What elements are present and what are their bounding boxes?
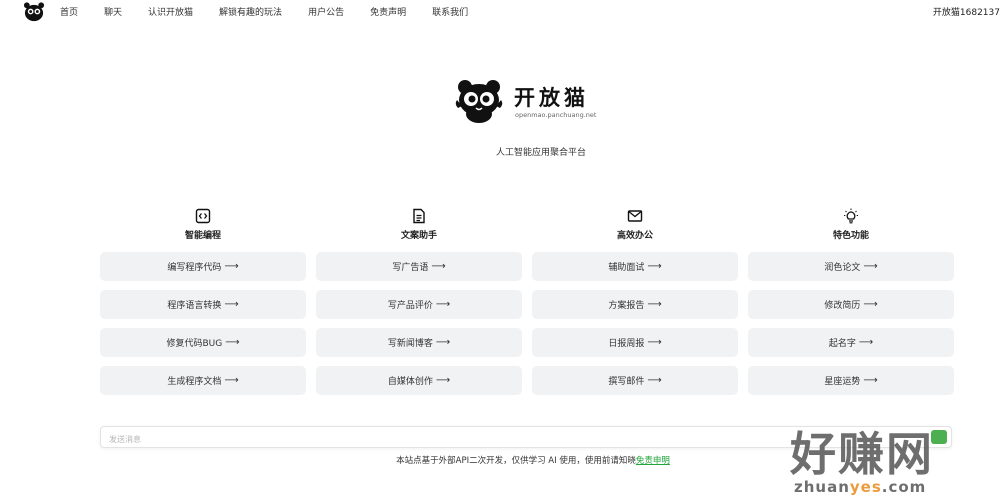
prompt-button[interactable]: 星座运势 ⟶ xyxy=(748,366,954,395)
arrow-right-icon: ⟶ xyxy=(863,261,878,272)
prompt-button[interactable]: 方案报告 ⟶ xyxy=(532,290,738,319)
prompt-button[interactable]: 润色论文 ⟶ xyxy=(748,252,954,281)
disclaimer-link[interactable]: 免责申明 xyxy=(636,456,670,466)
prompt-button[interactable]: 日报周报 ⟶ xyxy=(532,328,738,357)
cat-mascot-icon xyxy=(455,80,503,123)
nav-menu: 首页 聊天 认识开放猫 解锁有趣的玩法 用户公告 免责声明 联系我们 xyxy=(60,0,494,22)
prompt-button[interactable]: 编写程序代码 ⟶ xyxy=(100,252,306,281)
arrow-right-icon: ⟶ xyxy=(431,261,446,272)
arrow-right-icon: ⟶ xyxy=(647,375,662,386)
column-title: 特色功能 xyxy=(832,231,869,241)
nav-item[interactable]: 认识开放猫 xyxy=(148,5,193,18)
brand-block: 开放猫 openmao.panchuang.net xyxy=(454,78,614,128)
column-title: 高效办公 xyxy=(616,231,653,241)
prompt-button[interactable]: 程序语言转换 ⟶ xyxy=(100,290,306,319)
watermark-domain: zhuanyes.com xyxy=(794,478,927,496)
arrow-right-icon: ⟶ xyxy=(863,299,878,310)
lightbulb-icon xyxy=(844,208,858,224)
column-programming: 智能编程 编写程序代码 ⟶ 程序语言转换 ⟶ 修复代码BUG ⟶ 生成程序文档 ⟶ xyxy=(100,208,306,395)
prompt-button[interactable]: 撰写邮件 ⟶ xyxy=(532,366,738,395)
nav-item[interactable]: 首页 xyxy=(60,5,78,18)
arrow-right-icon: ⟶ xyxy=(647,261,662,272)
arrow-right-icon: ⟶ xyxy=(647,337,662,348)
column-header: 特色功能 xyxy=(748,208,954,248)
disclaimer-text: 本站点基于外部API二次开发，仅供学习 AI 使用，使用前请知晓 xyxy=(396,456,636,466)
prompt-button[interactable]: 修复代码BUG ⟶ xyxy=(100,328,306,357)
message-input[interactable] xyxy=(101,429,901,450)
mail-icon xyxy=(627,210,643,222)
nav-item[interactable]: 联系我们 xyxy=(432,5,468,18)
arrow-right-icon: ⟶ xyxy=(863,375,878,386)
arrow-right-icon: ⟶ xyxy=(435,299,451,310)
arrow-right-icon: ⟶ xyxy=(224,261,239,272)
column-header: 文案助手 xyxy=(316,208,522,248)
prompt-button[interactable]: 写产品评价 ⟶ xyxy=(316,290,522,319)
prompt-button[interactable]: 自媒体创作 ⟶ xyxy=(316,366,522,395)
brand-name: 开放猫 xyxy=(514,86,589,110)
prompt-button[interactable]: 修改简历 ⟶ xyxy=(748,290,954,319)
user-name[interactable]: 开放猫1682137 xyxy=(933,5,1000,18)
nav-item[interactable]: 用户公告 xyxy=(308,5,344,18)
nav-item[interactable]: 聊天 xyxy=(104,5,122,18)
document-icon xyxy=(413,208,425,224)
nav-item[interactable]: 免责声明 xyxy=(370,5,406,18)
column-copywriting: 文案助手 写广告语 ⟶ 写产品评价 ⟶ 写新闻博客 ⟶ 自媒体创作 ⟶ xyxy=(316,208,522,395)
watermark-title: 好赚网 xyxy=(790,427,934,481)
arrow-right-icon: ⟶ xyxy=(435,375,451,386)
column-features: 特色功能 润色论文 ⟶ 修改简历 ⟶ 起名字 ⟶ 星座运势 ⟶ xyxy=(748,208,954,395)
cat-logo-icon[interactable] xyxy=(22,1,46,23)
brand-domain: openmao.panchuang.net xyxy=(515,111,597,119)
prompt-button[interactable]: 生成程序文档 ⟶ xyxy=(100,366,306,395)
prompt-button[interactable]: 写新闻博客 ⟶ xyxy=(316,328,522,357)
watermark: 好赚网 zhuanyes.com xyxy=(790,418,990,504)
arrow-right-icon: ⟶ xyxy=(858,337,874,348)
column-office: 高效办公 辅助面试 ⟶ 方案报告 ⟶ 日报周报 ⟶ 撰写邮件 ⟶ xyxy=(532,208,738,395)
tagline: 人工智能应用聚合平台 xyxy=(495,148,586,158)
column-title: 文案助手 xyxy=(400,231,437,241)
arrow-right-icon: ⟶ xyxy=(435,337,451,348)
nav-item[interactable]: 解锁有趣的玩法 xyxy=(219,5,282,18)
prompt-button[interactable]: 写广告语 ⟶ xyxy=(316,252,522,281)
arrow-right-icon: ⟶ xyxy=(224,375,239,386)
column-header: 智能编程 xyxy=(100,208,306,248)
top-nav: 首页 聊天 认识开放猫 解锁有趣的玩法 用户公告 免责声明 联系我们 开放猫1682137 xyxy=(0,0,1000,24)
prompt-button[interactable]: 辅助面试 ⟶ xyxy=(532,252,738,281)
arrow-right-icon: ⟶ xyxy=(225,337,240,348)
prompt-button[interactable]: 起名字 ⟶ xyxy=(748,328,954,357)
column-header: 高效办公 xyxy=(532,208,738,248)
arrow-right-icon: ⟶ xyxy=(224,299,239,310)
column-title: 智能编程 xyxy=(184,231,221,241)
arrow-right-icon: ⟶ xyxy=(647,299,662,310)
code-icon xyxy=(195,208,211,224)
